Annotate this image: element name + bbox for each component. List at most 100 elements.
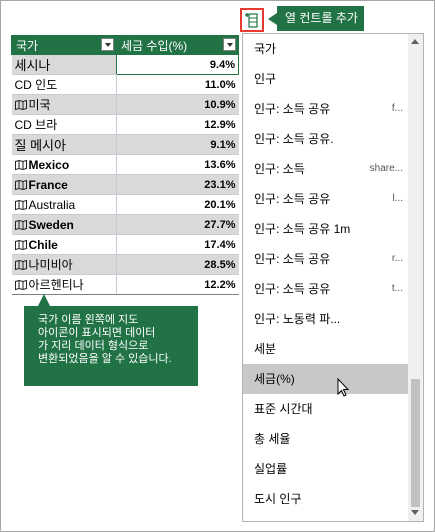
column-header-country[interactable]: 국가 <box>11 35 117 55</box>
country-cell[interactable]: 질 메시아 <box>11 134 117 155</box>
table-row[interactable]: CD 브라 12.9% <box>11 114 239 135</box>
field-label: 실업률 <box>254 462 288 476</box>
tax-value-cell[interactable]: 20.1% <box>116 194 239 215</box>
tax-value-cell[interactable]: 23.1% <box>116 174 239 195</box>
callout-line: 변환되었음을 알 수 있습니다. <box>38 353 172 365</box>
add-column-tooltip: 열 컨트롤 추가 <box>268 6 364 31</box>
field-list-item[interactable]: 인구: 소득 공유 r... <box>243 244 409 274</box>
field-list-item[interactable]: 세금(%) <box>243 364 409 394</box>
field-list-item[interactable]: 표준 시간대 <box>243 394 409 424</box>
country-cell[interactable]: 미국 <box>11 94 117 115</box>
callout-line: 가 지리 데이터 형식으로 <box>38 340 149 352</box>
field-extra: l... <box>392 193 403 204</box>
country-name: Mexico <box>28 157 70 172</box>
filter-dropdown-button[interactable] <box>101 38 114 51</box>
map-icon <box>14 239 27 250</box>
country-cell[interactable]: CD 인도 <box>11 74 117 95</box>
country-cell[interactable]: CD 브라 <box>11 114 117 135</box>
callout-line: 아이콘이 표시되면 데이터 <box>38 327 156 339</box>
add-column-button[interactable] <box>240 8 264 32</box>
table-row[interactable]: Australia 20.1% <box>11 194 239 215</box>
scrollbar[interactable] <box>408 34 423 521</box>
scroll-down-icon[interactable] <box>411 510 419 515</box>
tax-value-cell[interactable]: 12.9% <box>116 114 239 135</box>
table-row[interactable]: 질 메시아 9.1% <box>11 134 239 155</box>
tax-value-cell[interactable]: 27.7% <box>116 214 239 235</box>
map-icon <box>14 179 27 190</box>
tax-value-cell[interactable]: 17.4% <box>116 234 239 255</box>
column-header-label: 국가 <box>16 38 39 53</box>
country-cell[interactable]: 나미비아 <box>11 254 117 275</box>
tax-value-cell[interactable]: 9.1% <box>116 134 239 155</box>
table-row[interactable]: CD 인도 11.0% <box>11 74 239 95</box>
country-cell[interactable]: Chile <box>11 234 117 255</box>
country-name: Sweden <box>28 217 74 232</box>
field-label: 인구: 소득 공유 <box>254 192 331 206</box>
field-label: 총 세율 <box>254 432 291 446</box>
field-list-item[interactable]: 인구: 소득 공유 f... <box>243 94 409 124</box>
field-list-item[interactable]: 세분 <box>243 334 409 364</box>
field-label: 표준 시간대 <box>254 402 313 416</box>
tax-value-cell[interactable]: 11.0% <box>116 74 239 95</box>
field-label: 세금(%) <box>254 372 295 386</box>
mouse-pointer-icon <box>337 378 350 397</box>
table-row[interactable]: Chile 17.4% <box>11 234 239 255</box>
field-label: 인구: 소득 공유 <box>254 252 331 266</box>
scroll-up-icon[interactable] <box>411 39 419 44</box>
country-cell[interactable]: 세시나 <box>11 54 117 75</box>
table-row[interactable]: France 23.1% <box>11 174 239 195</box>
tax-value-cell[interactable]: 10.9% <box>116 94 239 115</box>
column-header-tax[interactable]: 세금 수입(%) <box>116 35 239 55</box>
filter-dropdown-button[interactable] <box>223 38 236 51</box>
field-label: 인구: 소득 공유 <box>254 102 331 116</box>
country-name: CD 브라 <box>14 118 58 132</box>
tax-value-cell[interactable]: 12.2% <box>116 274 239 295</box>
scrollbar-thumb[interactable] <box>411 379 420 507</box>
country-name: CD 인도 <box>14 78 58 92</box>
field-list-item[interactable]: 인구: 소득 공유 l... <box>243 184 409 214</box>
tax-value-cell[interactable]: 9.4% <box>116 54 239 75</box>
field-list-dropdown[interactable]: 국가 인구인구: 소득 공유 f... 인구: 소득 공유. 인구: 소득 share..… <box>242 33 424 522</box>
country-cell[interactable]: Sweden <box>11 214 117 235</box>
map-icon <box>14 280 27 290</box>
tax-value-cell[interactable]: 28.5% <box>116 254 239 275</box>
tax-value-cell[interactable]: 13.6% <box>116 154 239 175</box>
table-row[interactable]: 아르헨티나 12.2% <box>11 274 239 295</box>
table-row[interactable]: 미국 10.9% <box>11 94 239 115</box>
map-icon <box>14 100 27 110</box>
map-icon <box>14 260 27 270</box>
field-label: 인구: 소득 공유 <box>254 282 331 296</box>
table-row[interactable]: 나미비아 28.5% <box>11 254 239 275</box>
field-list-item[interactable]: 인구: 소득 공유 t... <box>243 274 409 304</box>
field-list-item[interactable]: 국가 <box>243 34 409 64</box>
country-cell[interactable]: Australia <box>11 194 117 215</box>
field-list-item[interactable]: 총 세율 <box>243 424 409 454</box>
callout-line: 국가 이름 왼쪽에 지도 <box>38 314 139 326</box>
field-list-item[interactable]: 인구: 소득 공유 1m <box>243 214 409 244</box>
field-list-item[interactable]: 인구 <box>243 64 409 94</box>
field-list-item[interactable]: 인구: 노동력 파... <box>243 304 409 334</box>
field-extra: t... <box>391 283 403 294</box>
table-row[interactable]: 세시나 9.4% <box>11 54 239 75</box>
field-list-item[interactable]: 인구: 소득 공유. <box>243 124 409 154</box>
country-cell[interactable]: Mexico <box>11 154 117 175</box>
country-name: France <box>28 177 68 192</box>
field-extra: f... <box>391 103 403 114</box>
table-row[interactable]: Sweden 27.7% <box>11 214 239 235</box>
field-list-item[interactable]: 인구: 소득 share... <box>243 154 409 184</box>
info-callout: 국가 이름 왼쪽에 지도 아이콘이 표시되면 데이터 가 지리 데이터 형식으로… <box>24 294 198 386</box>
field-list-item[interactable]: 실업률 <box>243 454 409 484</box>
chevron-down-icon <box>226 42 233 47</box>
field-extra: share... <box>369 163 403 174</box>
country-name: 질 메시아 <box>14 138 66 153</box>
country-name: 미국 <box>28 98 51 112</box>
field-label: 인구: 소득 <box>254 162 305 176</box>
field-label: 인구: 소득 공유. <box>254 132 334 146</box>
country-cell[interactable]: France <box>11 174 117 195</box>
field-list-item[interactable]: 도시 인구 <box>243 484 409 514</box>
country-name: 나미비아 <box>28 258 73 272</box>
country-name: Australia <box>28 197 76 212</box>
country-cell[interactable]: 아르헨티나 <box>11 274 117 295</box>
table-row[interactable]: Mexico 13.6% <box>11 154 239 175</box>
chevron-down-icon <box>104 42 111 47</box>
